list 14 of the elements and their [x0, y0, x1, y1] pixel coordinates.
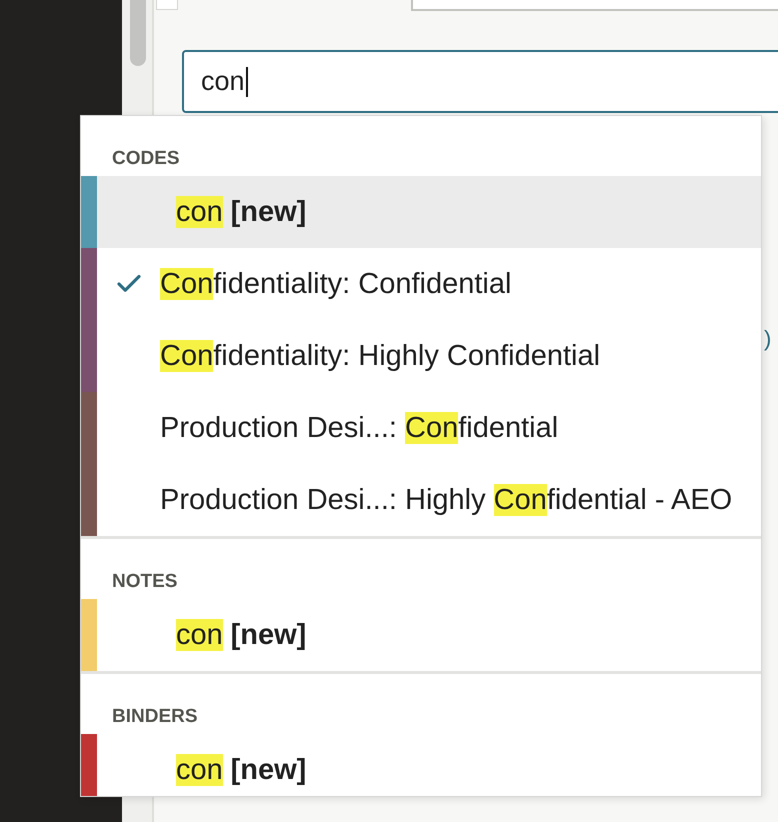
- scrollbar-thumb[interactable]: [130, 0, 146, 66]
- text-cursor: [246, 66, 248, 96]
- search-field[interactable]: con: [182, 50, 778, 113]
- suggestion-item[interactable]: con [new]: [81, 734, 761, 796]
- suggestion-item[interactable]: Production Desi...: Confidential: [81, 392, 761, 464]
- section-header: NOTES: [112, 570, 178, 594]
- suggestion-item[interactable]: con [new]: [81, 176, 761, 248]
- suggestion-item[interactable]: Production Desi...: Highly Confidential - AEO: [81, 464, 761, 536]
- cut-off-text: ): [764, 326, 772, 352]
- suggestion-item[interactable]: con [new]: [81, 599, 761, 671]
- section-header: CODES: [112, 147, 181, 171]
- section-header: BINDERS: [112, 705, 199, 729]
- suggestion-item[interactable]: Confidentiality: Confidential: [81, 248, 761, 320]
- suggestion-item[interactable]: Confidentiality: Highly Confidential: [81, 320, 761, 392]
